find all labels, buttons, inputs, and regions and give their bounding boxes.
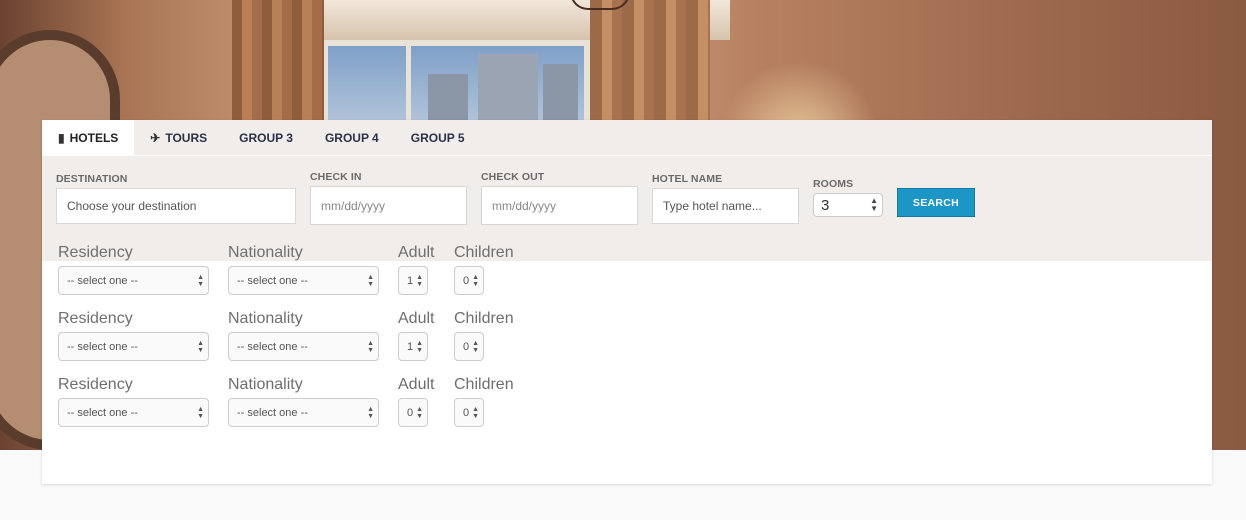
tab-label: GROUP 5 (410, 131, 465, 145)
residency-value: -- select one -- (67, 274, 138, 287)
adult-value: 1 (407, 274, 414, 287)
checkin-label: CHECK IN (310, 171, 362, 183)
hotel-name-input[interactable]: Type hotel name... (652, 188, 799, 224)
nationality-label: Nationality (228, 310, 303, 327)
nationality-value: -- select one -- (237, 406, 308, 419)
checkout-input[interactable]: mm/dd/yyyy (481, 186, 638, 225)
tab-label: GROUP 4 (324, 131, 379, 145)
updown-arrows-icon: ▲ ▼ (197, 339, 204, 354)
rooms-value: 3 (821, 196, 830, 214)
residency-value: -- select one -- (67, 406, 138, 419)
adult-select[interactable]: 0 ▲ ▼ (398, 398, 428, 427)
checkin-input[interactable]: mm/dd/yyyy (310, 186, 467, 225)
children-value: 0 (463, 274, 470, 287)
children-value: 0 (463, 406, 470, 419)
adult-label: Adult (398, 376, 435, 393)
adult-label: Adult (398, 310, 435, 327)
updown-arrows-icon: ▲ ▼ (472, 339, 479, 354)
tab-label: GROUP 3 (239, 131, 293, 145)
updown-arrows-icon: ▲ ▼ (416, 273, 423, 288)
search-button[interactable]: SEARCH (897, 188, 975, 217)
plane-icon: ✈ (150, 131, 161, 145)
adult-select[interactable]: 1 ▲ ▼ (398, 266, 428, 295)
destination-input[interactable]: Choose your destination (56, 188, 296, 224)
updown-arrows-icon: ▲ ▼ (870, 196, 878, 213)
children-select[interactable]: 0 ▲ ▼ (454, 332, 484, 361)
updown-arrows-icon: ▲ ▼ (367, 405, 374, 420)
adult-value: 1 (407, 340, 414, 353)
search-widget: ▮ HOTELS ✈ TOURS GROUP 3 GROUP 4 GROUP 5… (42, 120, 1212, 484)
nationality-label: Nationality (228, 376, 303, 393)
children-select[interactable]: 0 ▲ ▼ (454, 398, 484, 427)
residency-label: Residency (58, 376, 133, 393)
updown-arrows-icon: ▲ ▼ (367, 273, 374, 288)
residency-select[interactable]: -- select one -- ▲ ▼ (58, 332, 209, 361)
children-select[interactable]: 0 ▲ ▼ (454, 266, 484, 295)
updown-arrows-icon: ▲ ▼ (472, 405, 479, 420)
updown-arrows-icon: ▲ ▼ (197, 273, 204, 288)
building-icon: ▮ (58, 131, 65, 145)
children-label: Children (454, 244, 514, 261)
children-label: Children (454, 310, 514, 327)
residency-label: Residency (58, 310, 133, 327)
tab-label: HOTELS (69, 131, 119, 145)
nationality-select[interactable]: -- select one -- ▲ ▼ (228, 398, 379, 427)
updown-arrows-icon: ▲ ▼ (416, 339, 423, 354)
residency-label: Residency (58, 244, 133, 261)
destination-label: DESTINATION (56, 173, 128, 185)
tab-tours[interactable]: ✈ TOURS (134, 120, 223, 156)
children-label: Children (454, 376, 514, 393)
adult-label: Adult (398, 244, 435, 261)
checkout-label: CHECK OUT (481, 171, 545, 183)
tab-bar: ▮ HOTELS ✈ TOURS GROUP 3 GROUP 4 GROUP 5 (42, 120, 1212, 156)
updown-arrows-icon: ▲ ▼ (197, 405, 204, 420)
hotel-name-label: HOTEL NAME (652, 173, 723, 185)
rooms-select[interactable]: 3 ▲ ▼ (813, 193, 883, 217)
tab-label: TOURS (165, 131, 208, 145)
nationality-select[interactable]: -- select one -- ▲ ▼ (228, 266, 379, 295)
updown-arrows-icon: ▲ ▼ (416, 405, 423, 420)
tab-hotels[interactable]: ▮ HOTELS (42, 120, 135, 156)
residency-select[interactable]: -- select one -- ▲ ▼ (58, 266, 209, 295)
updown-arrows-icon: ▲ ▼ (472, 273, 479, 288)
nationality-value: -- select one -- (237, 274, 308, 287)
residency-value: -- select one -- (67, 340, 138, 353)
adult-select[interactable]: 1 ▲ ▼ (398, 332, 428, 361)
nationality-label: Nationality (228, 244, 303, 261)
tab-group-3[interactable]: GROUP 3 (223, 120, 309, 156)
residency-select[interactable]: -- select one -- ▲ ▼ (58, 398, 209, 427)
adult-value: 0 (407, 406, 414, 419)
rooms-label: ROOMS (813, 178, 854, 190)
children-value: 0 (463, 340, 470, 353)
nationality-select[interactable]: -- select one -- ▲ ▼ (228, 332, 379, 361)
tab-group-4[interactable]: GROUP 4 (309, 120, 395, 156)
search-form-panel: ▮ HOTELS ✈ TOURS GROUP 3 GROUP 4 GROUP 5… (42, 120, 1212, 261)
tab-group-5[interactable]: GROUP 5 (395, 120, 481, 156)
nationality-value: -- select one -- (237, 340, 308, 353)
updown-arrows-icon: ▲ ▼ (367, 339, 374, 354)
